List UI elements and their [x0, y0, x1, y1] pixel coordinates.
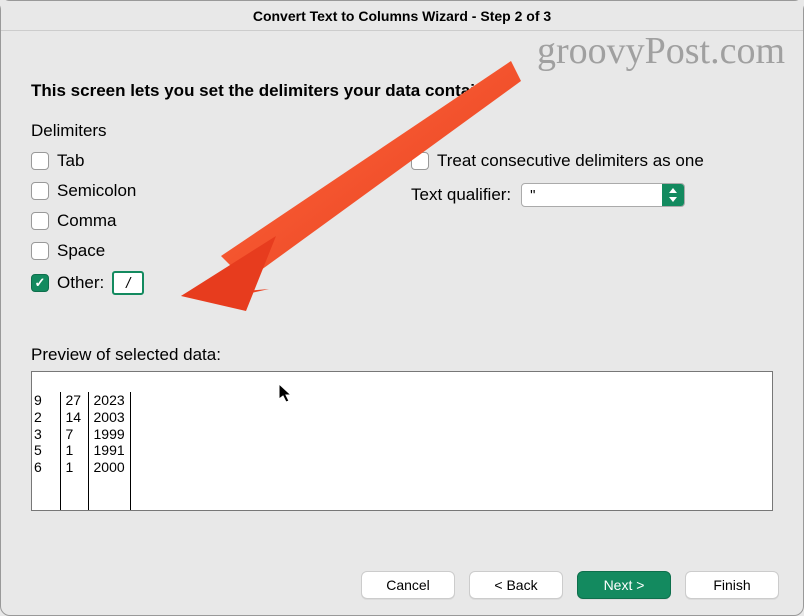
text-qualifier-select[interactable]: "	[521, 183, 685, 207]
label-treat-consecutive: Treat consecutive delimiters as one	[437, 151, 704, 171]
checkbox-treat-consecutive[interactable]	[411, 152, 429, 170]
finish-button[interactable]: Finish	[685, 571, 779, 599]
table-row: 371999	[32, 426, 130, 443]
checkbox-space[interactable]	[31, 242, 49, 260]
preview-label: Preview of selected data:	[31, 345, 773, 365]
other-delimiter-input[interactable]	[112, 271, 144, 295]
label-semicolon: Semicolon	[57, 181, 136, 201]
label-other: Other:	[57, 273, 104, 293]
table-row	[32, 476, 130, 493]
dialog-title: Convert Text to Columns Wizard - Step 2 …	[1, 1, 803, 31]
label-comma: Comma	[57, 211, 117, 231]
label-tab: Tab	[57, 151, 84, 171]
table-row: 511991	[32, 442, 130, 459]
table-row: 2142003	[32, 409, 130, 426]
preview-table: 9272023 2142003 371999 511991 612000	[32, 392, 131, 511]
next-button[interactable]: Next >	[577, 571, 671, 599]
delimiters-label: Delimiters	[31, 121, 351, 141]
checkbox-comma[interactable]	[31, 212, 49, 230]
preview-box: 9272023 2142003 371999 511991 612000	[31, 371, 773, 511]
text-qualifier-label: Text qualifier:	[411, 185, 511, 205]
table-row: 612000	[32, 459, 130, 476]
checkbox-semicolon[interactable]	[31, 182, 49, 200]
text-qualifier-value: "	[522, 187, 662, 204]
table-row	[32, 510, 130, 511]
back-button[interactable]: < Back	[469, 571, 563, 599]
stepper-arrows-icon	[662, 184, 684, 206]
cancel-button[interactable]: Cancel	[361, 571, 455, 599]
table-row: 9272023	[32, 392, 130, 409]
checkbox-other[interactable]	[31, 274, 49, 292]
instruction-text: This screen lets you set the delimiters …	[31, 81, 773, 101]
label-space: Space	[57, 241, 105, 261]
checkbox-tab[interactable]	[31, 152, 49, 170]
table-row	[32, 493, 130, 510]
